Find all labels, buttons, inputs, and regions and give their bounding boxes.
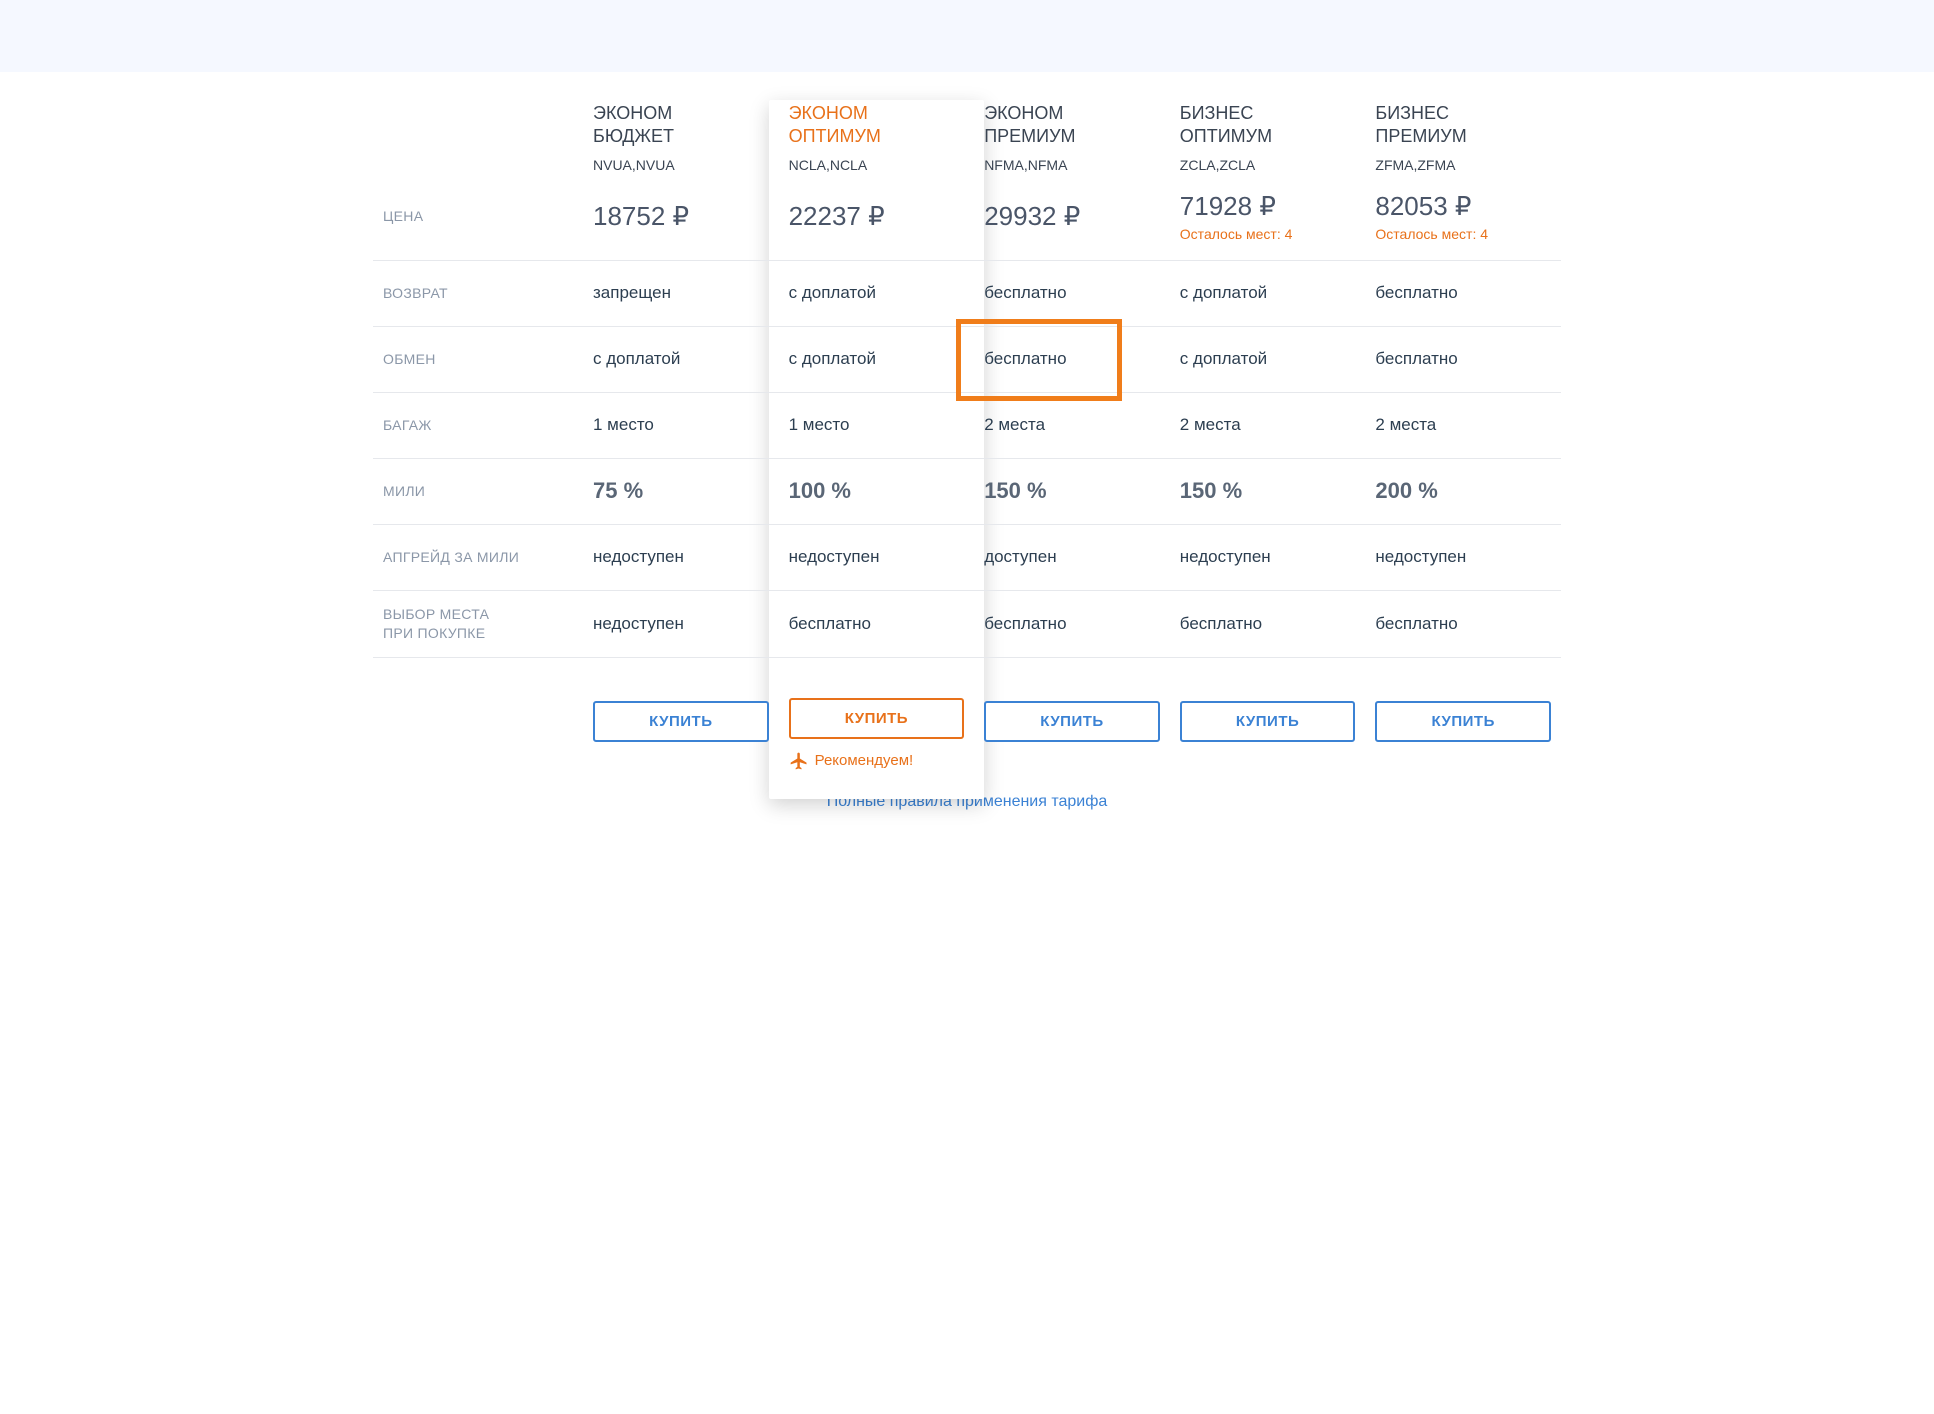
- recommend-text: Рекомендуем!: [815, 752, 914, 769]
- refund-3: с доплатой: [1170, 261, 1366, 327]
- price-0: 18752 ₽: [583, 173, 779, 261]
- plan-code: ZFMA,ZFMA: [1375, 157, 1551, 173]
- buy-button-0[interactable]: КУПИТЬ: [593, 701, 769, 742]
- refund-4: бесплатно: [1365, 261, 1561, 327]
- plan-code: ZCLA,ZCLA: [1180, 157, 1356, 173]
- seat-1: бесплатно: [779, 591, 975, 658]
- top-banner: [0, 0, 1934, 72]
- plan-header-4: БИЗНЕСПРЕМИУМ ZFMA,ZFMA: [1365, 102, 1561, 173]
- buy-button-3[interactable]: КУПИТЬ: [1180, 701, 1356, 742]
- seat-0: недоступен: [583, 591, 779, 658]
- upgrade-3: недоступен: [1170, 525, 1366, 591]
- miles-2: 150 %: [974, 459, 1170, 525]
- buy-spacer: [373, 658, 583, 785]
- exchange-3: с доплатой: [1170, 327, 1366, 393]
- header-spacer: [373, 102, 583, 173]
- row-label-baggage: БАГАЖ: [373, 393, 583, 459]
- plan-name: ЭКОНОМПРЕМИУМ: [984, 102, 1160, 149]
- row-label-refund: ВОЗВРАТ: [373, 261, 583, 327]
- buy-button-1[interactable]: КУПИТЬ: [789, 698, 965, 739]
- plan-header-3: БИЗНЕСОПТИМУМ ZCLA,ZCLA: [1170, 102, 1366, 173]
- recommend-badge: Рекомендуем!: [789, 751, 965, 771]
- row-label-upgrade: АПГРЕЙД ЗА МИЛИ: [373, 525, 583, 591]
- plane-icon: [789, 751, 809, 771]
- upgrade-4: недоступен: [1365, 525, 1561, 591]
- plan-header-1: ЭКОНОМОПТИМУМ NCLA,NCLA: [779, 102, 975, 173]
- buy-cell-0: КУПИТЬ: [583, 658, 779, 785]
- plan-name: БИЗНЕСПРЕМИУМ: [1375, 102, 1551, 149]
- seat-2: бесплатно: [974, 591, 1170, 658]
- refund-1: с доплатой: [779, 261, 975, 327]
- exchange-1: с доплатой: [779, 327, 975, 393]
- refund-0: запрещен: [583, 261, 779, 327]
- upgrade-0: недоступен: [583, 525, 779, 591]
- plan-header-2: ЭКОНОМПРЕМИУМ NFMA,NFMA: [974, 102, 1170, 173]
- buy-button-2[interactable]: КУПИТЬ: [984, 701, 1160, 742]
- buy-button-4[interactable]: КУПИТЬ: [1375, 701, 1551, 742]
- baggage-3: 2 места: [1170, 393, 1366, 459]
- baggage-1: 1 место: [779, 393, 975, 459]
- exchange-4: бесплатно: [1365, 327, 1561, 393]
- plan-name: БИЗНЕСОПТИМУМ: [1180, 102, 1356, 149]
- plan-code: NFMA,NFMA: [984, 157, 1160, 173]
- row-label-seat: ВЫБОР МЕСТАПРИ ПОКУПКЕ: [373, 591, 583, 658]
- plan-name: ЭКОНОМОПТИМУМ: [789, 102, 965, 149]
- miles-3: 150 %: [1170, 459, 1366, 525]
- seat-3: бесплатно: [1170, 591, 1366, 658]
- fare-comparison-table: ЭКОНОМБЮДЖЕТ NVUA,NVUA ЭКОНОМОПТИМУМ NCL…: [357, 72, 1577, 831]
- row-label-price: ЦЕНА: [373, 173, 583, 261]
- plan-code: NCLA,NCLA: [789, 157, 965, 173]
- seat-4: бесплатно: [1365, 591, 1561, 658]
- miles-1: 100 %: [779, 459, 975, 525]
- miles-4: 200 %: [1365, 459, 1561, 525]
- buy-cell-3: КУПИТЬ: [1170, 658, 1366, 785]
- upgrade-1: недоступен: [779, 525, 975, 591]
- exchange-0: с доплатой: [583, 327, 779, 393]
- plan-header-0: ЭКОНОМБЮДЖЕТ NVUA,NVUA: [583, 102, 779, 173]
- baggage-4: 2 места: [1365, 393, 1561, 459]
- price-4: 82053 ₽Осталось мест: 4: [1365, 173, 1561, 261]
- baggage-2: 2 места: [974, 393, 1170, 459]
- price-1: 22237 ₽: [779, 173, 975, 261]
- buy-cell-4: КУПИТЬ: [1365, 658, 1561, 785]
- upgrade-2: доступен: [974, 525, 1170, 591]
- plan-code: NVUA,NVUA: [593, 157, 769, 173]
- baggage-0: 1 место: [583, 393, 779, 459]
- buy-cell-1: КУПИТЬ Рекомендуем!: [779, 658, 975, 785]
- plan-name: ЭКОНОМБЮДЖЕТ: [593, 102, 769, 149]
- miles-0: 75 %: [583, 459, 779, 525]
- buy-cell-2: КУПИТЬ: [974, 658, 1170, 785]
- row-label-miles: МИЛИ: [373, 459, 583, 525]
- exchange-2: бесплатно: [974, 327, 1170, 393]
- row-label-exchange: ОБМЕН: [373, 327, 583, 393]
- price-2: 29932 ₽: [974, 173, 1170, 261]
- refund-2: бесплатно: [974, 261, 1170, 327]
- price-3: 71928 ₽Осталось мест: 4: [1170, 173, 1366, 261]
